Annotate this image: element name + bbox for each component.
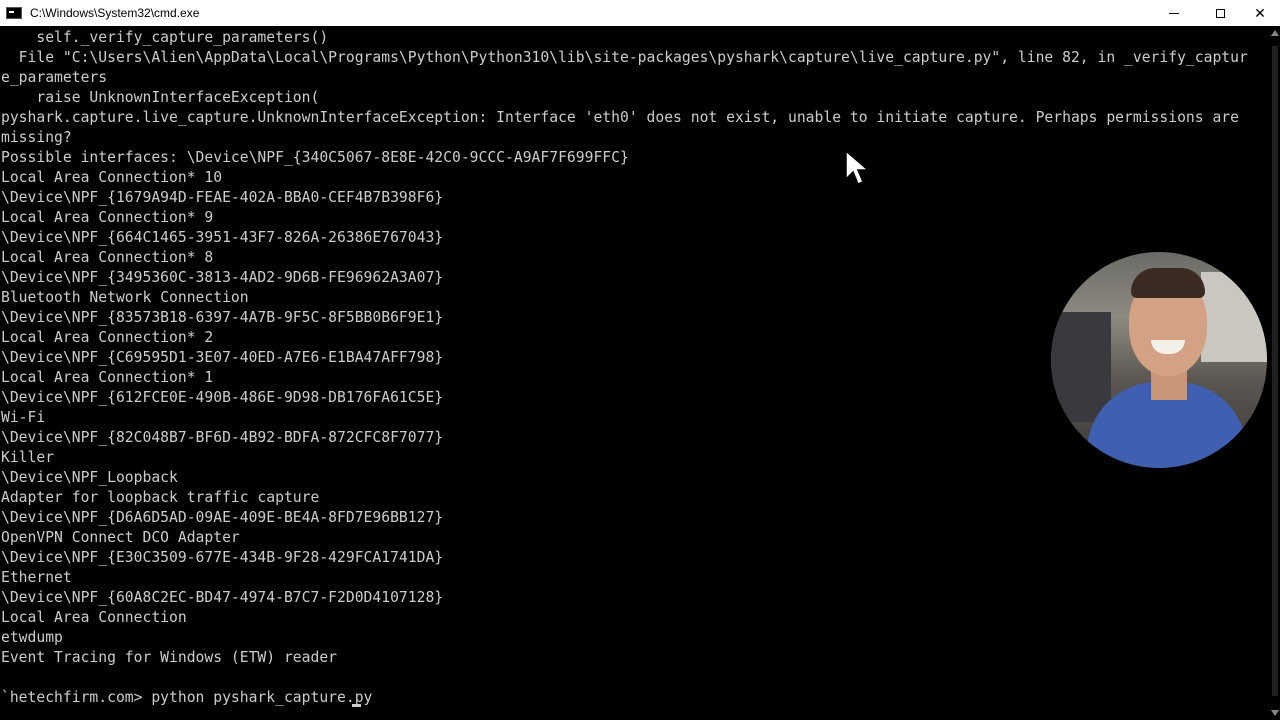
console-line: \Device\NPF_{3495360C-3813-4AD2-9D6B-FE9… — [1, 269, 444, 286]
webcam-person-hair — [1131, 268, 1205, 298]
console-line: Ethernet — [1, 569, 72, 586]
console-line: Event Tracing for Windows (ETW) reader — [1, 649, 338, 666]
maximize-button[interactable] — [1197, 0, 1243, 26]
console-line: \Device\NPF_Loopback — [1, 469, 178, 486]
console-line: \Device\NPF_{1679A94D-FEAE-402A-BBA0-CEF… — [1, 189, 444, 206]
console-line: self._verify_capture_parameters() — [1, 29, 329, 46]
minimize-button[interactable] — [1151, 0, 1197, 26]
console-line: etwdump — [1, 629, 63, 646]
scroll-up-icon[interactable] — [1271, 30, 1279, 36]
console-line: `hetechfirm.com> python pyshark_capture.… — [1, 689, 373, 706]
webcam-overlay — [1051, 252, 1267, 468]
console-line: Local Area Connection — [1, 609, 187, 626]
console-line: missing? — [1, 129, 72, 146]
webcam-background-window — [1201, 272, 1267, 362]
scroll-thumb[interactable] — [1272, 46, 1278, 696]
close-button[interactable]: ✕ — [1240, 0, 1280, 26]
console-line: Possible interfaces: \Device\NPF_{340C50… — [1, 149, 629, 166]
scroll-down-icon[interactable] — [1271, 710, 1279, 716]
mouse-pointer-icon — [845, 150, 871, 185]
maximize-icon — [1215, 8, 1225, 18]
console-line: Local Area Connection* 10 — [1, 169, 223, 186]
console-line: e_parameters — [1, 69, 108, 86]
console-line: \Device\NPF_{60A8C2EC-BD47-4974-B7C7-F2D… — [1, 589, 444, 606]
scrollbar[interactable] — [1270, 26, 1280, 720]
console-line: Wi-Fi — [1, 409, 46, 426]
console-line: \Device\NPF_{612FCE0E-490B-486E-9D98-DB1… — [1, 389, 444, 406]
text-cursor — [352, 704, 361, 707]
title-bar: C:\Windows\System32\cmd.exe ✕ — [0, 0, 1280, 26]
close-icon: ✕ — [1254, 4, 1266, 21]
console-line: Local Area Connection* 9 — [1, 209, 214, 226]
console-line: \Device\NPF_{C69595D1-3E07-40ED-A7E6-E1B… — [1, 349, 444, 366]
console-line: \Device\NPF_{D6A6D5AD-09AE-409E-BE4A-8FD… — [1, 509, 444, 526]
console-line: \Device\NPF_{83573B18-6397-4A7B-9F5C-8F5… — [1, 309, 444, 326]
webcam-background-shelf — [1051, 312, 1111, 422]
console-line: Bluetooth Network Connection — [1, 289, 249, 306]
minimize-icon — [1169, 12, 1179, 14]
console-line: raise UnknownInterfaceException( — [1, 89, 320, 106]
console-line: Killer — [1, 449, 55, 466]
console-line: Local Area Connection* 2 — [1, 329, 214, 346]
console-line: Local Area Connection* 1 — [1, 369, 214, 386]
cmd-icon — [6, 7, 22, 19]
window-title: C:\Windows\System32\cmd.exe — [30, 6, 200, 20]
console-line: \Device\NPF_{E30C3509-677E-434B-9F28-429… — [1, 549, 444, 566]
console-line: \Device\NPF_{82C048B7-BF6D-4B92-BDFA-872… — [1, 429, 444, 446]
console-line: Local Area Connection* 8 — [1, 249, 214, 266]
console-line: Adapter for loopback traffic capture — [1, 489, 320, 506]
console-line: pyshark.capture.live_capture.UnknownInte… — [1, 109, 1239, 126]
console-line: OpenVPN Connect DCO Adapter — [1, 529, 240, 546]
console-line: File "C:\Users\Alien\AppData\Local\Progr… — [1, 49, 1248, 66]
console-line: \Device\NPF_{664C1465-3951-43F7-826A-263… — [1, 229, 444, 246]
